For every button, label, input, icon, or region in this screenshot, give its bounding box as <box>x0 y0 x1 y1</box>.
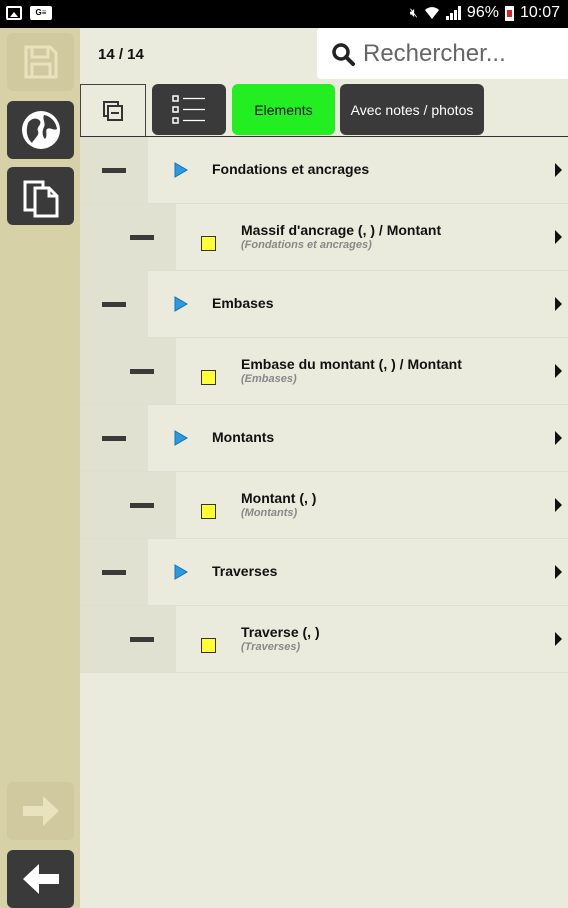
minus-icon <box>130 369 154 374</box>
collapse-toggle[interactable] <box>80 405 148 471</box>
minus-icon <box>102 570 126 575</box>
collapse-toggle[interactable] <box>80 204 176 270</box>
minus-icon <box>102 436 126 441</box>
item-counter: 14 / 14 <box>98 46 144 63</box>
image-icon <box>6 6 22 20</box>
chevron-right-icon[interactable] <box>555 565 562 579</box>
item-subtitle: (Traverses) <box>241 641 301 653</box>
item-title: Massif d'ancrage (, ) / Montant <box>241 222 442 238</box>
elements-filter-button[interactable]: Elements <box>232 84 335 135</box>
minus-icon <box>102 168 126 173</box>
collapse-all-button[interactable] <box>80 84 146 136</box>
collapse-all-icon <box>103 100 123 121</box>
group-title: Traverses <box>212 563 278 579</box>
item-title: Embase du montant (, ) / Montant <box>241 356 462 372</box>
list-view-button[interactable] <box>152 84 226 135</box>
list-item-row[interactable]: Massif d'ancrage (, ) / Montant (Fondati… <box>80 204 568 271</box>
group-title: Fondations et ancrages <box>212 161 370 177</box>
item-title: Montant (, ) <box>241 490 317 506</box>
play-triangle-icon <box>174 430 188 446</box>
copy-button[interactable] <box>7 167 74 225</box>
wifi-icon <box>424 7 439 19</box>
minus-icon <box>130 637 154 642</box>
mute-icon: 🔇︎ <box>409 5 418 20</box>
arrow-left-icon <box>22 864 59 894</box>
yellow-square-icon <box>201 236 216 251</box>
chevron-right-icon[interactable] <box>555 632 562 646</box>
list-item-row[interactable]: Montant (, ) (Montants) <box>80 472 568 539</box>
globe-icon <box>21 111 60 149</box>
item-title: Traverse (, ) <box>241 624 320 640</box>
floppy-disk-icon <box>24 45 57 79</box>
chevron-right-icon[interactable] <box>555 364 562 378</box>
arrow-right-icon <box>22 796 59 826</box>
group-title: Embases <box>212 295 274 311</box>
play-triangle-icon <box>174 564 188 580</box>
collapse-toggle[interactable] <box>80 606 176 672</box>
sim-card-icon: G≡ <box>30 6 52 20</box>
list-item-row[interactable]: Traverse (, ) (Traverses) <box>80 606 568 673</box>
search-input[interactable] <box>361 38 555 69</box>
list-group-row[interactable]: Fondations et ancrages <box>80 137 568 204</box>
minus-icon <box>102 302 126 307</box>
sidebar <box>0 28 80 908</box>
chevron-right-icon[interactable] <box>555 230 562 244</box>
group-title: Montants <box>212 429 275 445</box>
copy-icon <box>23 180 58 218</box>
yellow-square-icon <box>201 638 216 653</box>
play-triangle-icon <box>174 162 188 178</box>
signal-icon <box>445 6 461 20</box>
list-group-row[interactable]: Traverses <box>80 539 568 606</box>
list-group-row[interactable]: Montants <box>80 405 568 472</box>
chevron-right-icon[interactable] <box>555 163 562 177</box>
collapse-toggle[interactable] <box>80 539 148 605</box>
chevron-right-icon[interactable] <box>555 431 562 445</box>
collapse-toggle[interactable] <box>80 472 176 538</box>
chevron-right-icon[interactable] <box>555 297 562 311</box>
minus-icon <box>130 235 154 240</box>
yellow-square-icon <box>201 370 216 385</box>
back-button[interactable] <box>7 850 74 908</box>
minus-icon <box>130 503 154 508</box>
battery-percent: 96% <box>466 4 499 21</box>
list-group-row[interactable]: Embases <box>80 271 568 338</box>
item-subtitle: (Embases) <box>241 373 297 385</box>
collapse-toggle[interactable] <box>80 137 148 203</box>
yellow-square-icon <box>201 504 216 519</box>
chevron-right-icon[interactable] <box>555 498 562 512</box>
item-subtitle: (Montants) <box>241 507 298 519</box>
collapse-toggle[interactable] <box>80 338 176 404</box>
list-icon <box>172 94 205 124</box>
next-button[interactable] <box>7 782 74 840</box>
item-subtitle: (Fondations et ancrages) <box>241 239 372 251</box>
clock: 10:07 <box>519 4 560 21</box>
status-bar: G≡ 🔇︎ 96% 10:07 <box>0 0 568 28</box>
search-box[interactable] <box>317 28 568 79</box>
battery-icon <box>504 5 514 21</box>
list-item-row[interactable]: Embase du montant (, ) / Montant (Embase… <box>80 338 568 405</box>
collapse-toggle[interactable] <box>80 271 148 337</box>
save-button[interactable] <box>7 33 74 91</box>
tree-list: Fondations et ancrages Massif d'ancrage … <box>80 137 568 673</box>
notes-photos-filter-button[interactable]: Avec notes / photos <box>340 84 484 135</box>
globe-button[interactable] <box>7 101 74 159</box>
play-triangle-icon <box>174 296 188 312</box>
search-icon <box>332 42 355 66</box>
